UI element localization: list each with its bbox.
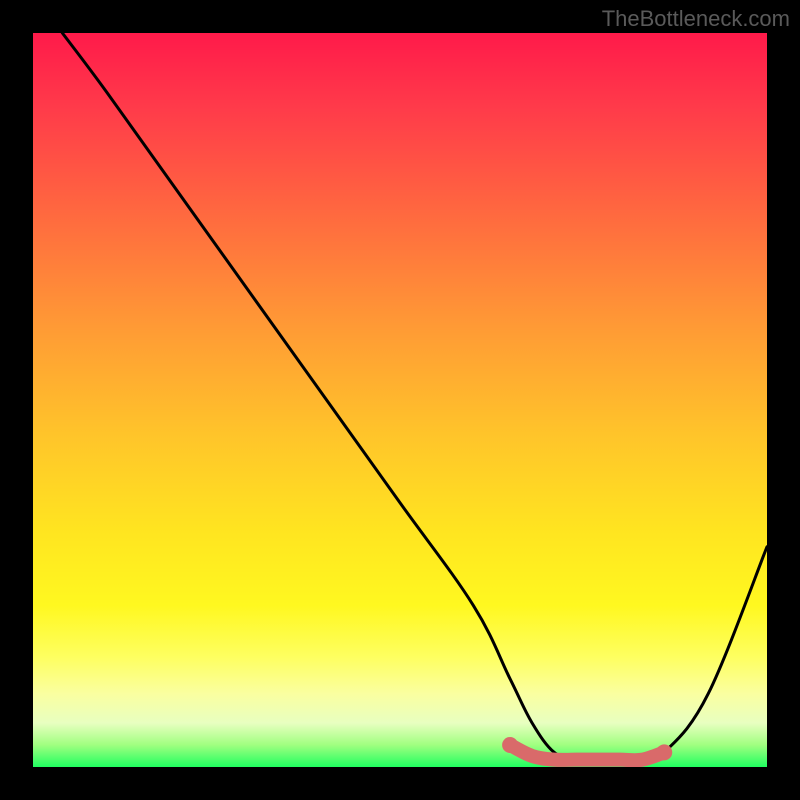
marker-band-path xyxy=(510,745,664,760)
marker-dot xyxy=(656,744,672,760)
bottleneck-curve-path xyxy=(62,33,767,760)
watermark-label: TheBottleneck.com xyxy=(602,6,790,32)
curve-overlay xyxy=(33,33,767,767)
chart-container: TheBottleneck.com xyxy=(0,0,800,800)
marker-dot xyxy=(502,737,518,753)
